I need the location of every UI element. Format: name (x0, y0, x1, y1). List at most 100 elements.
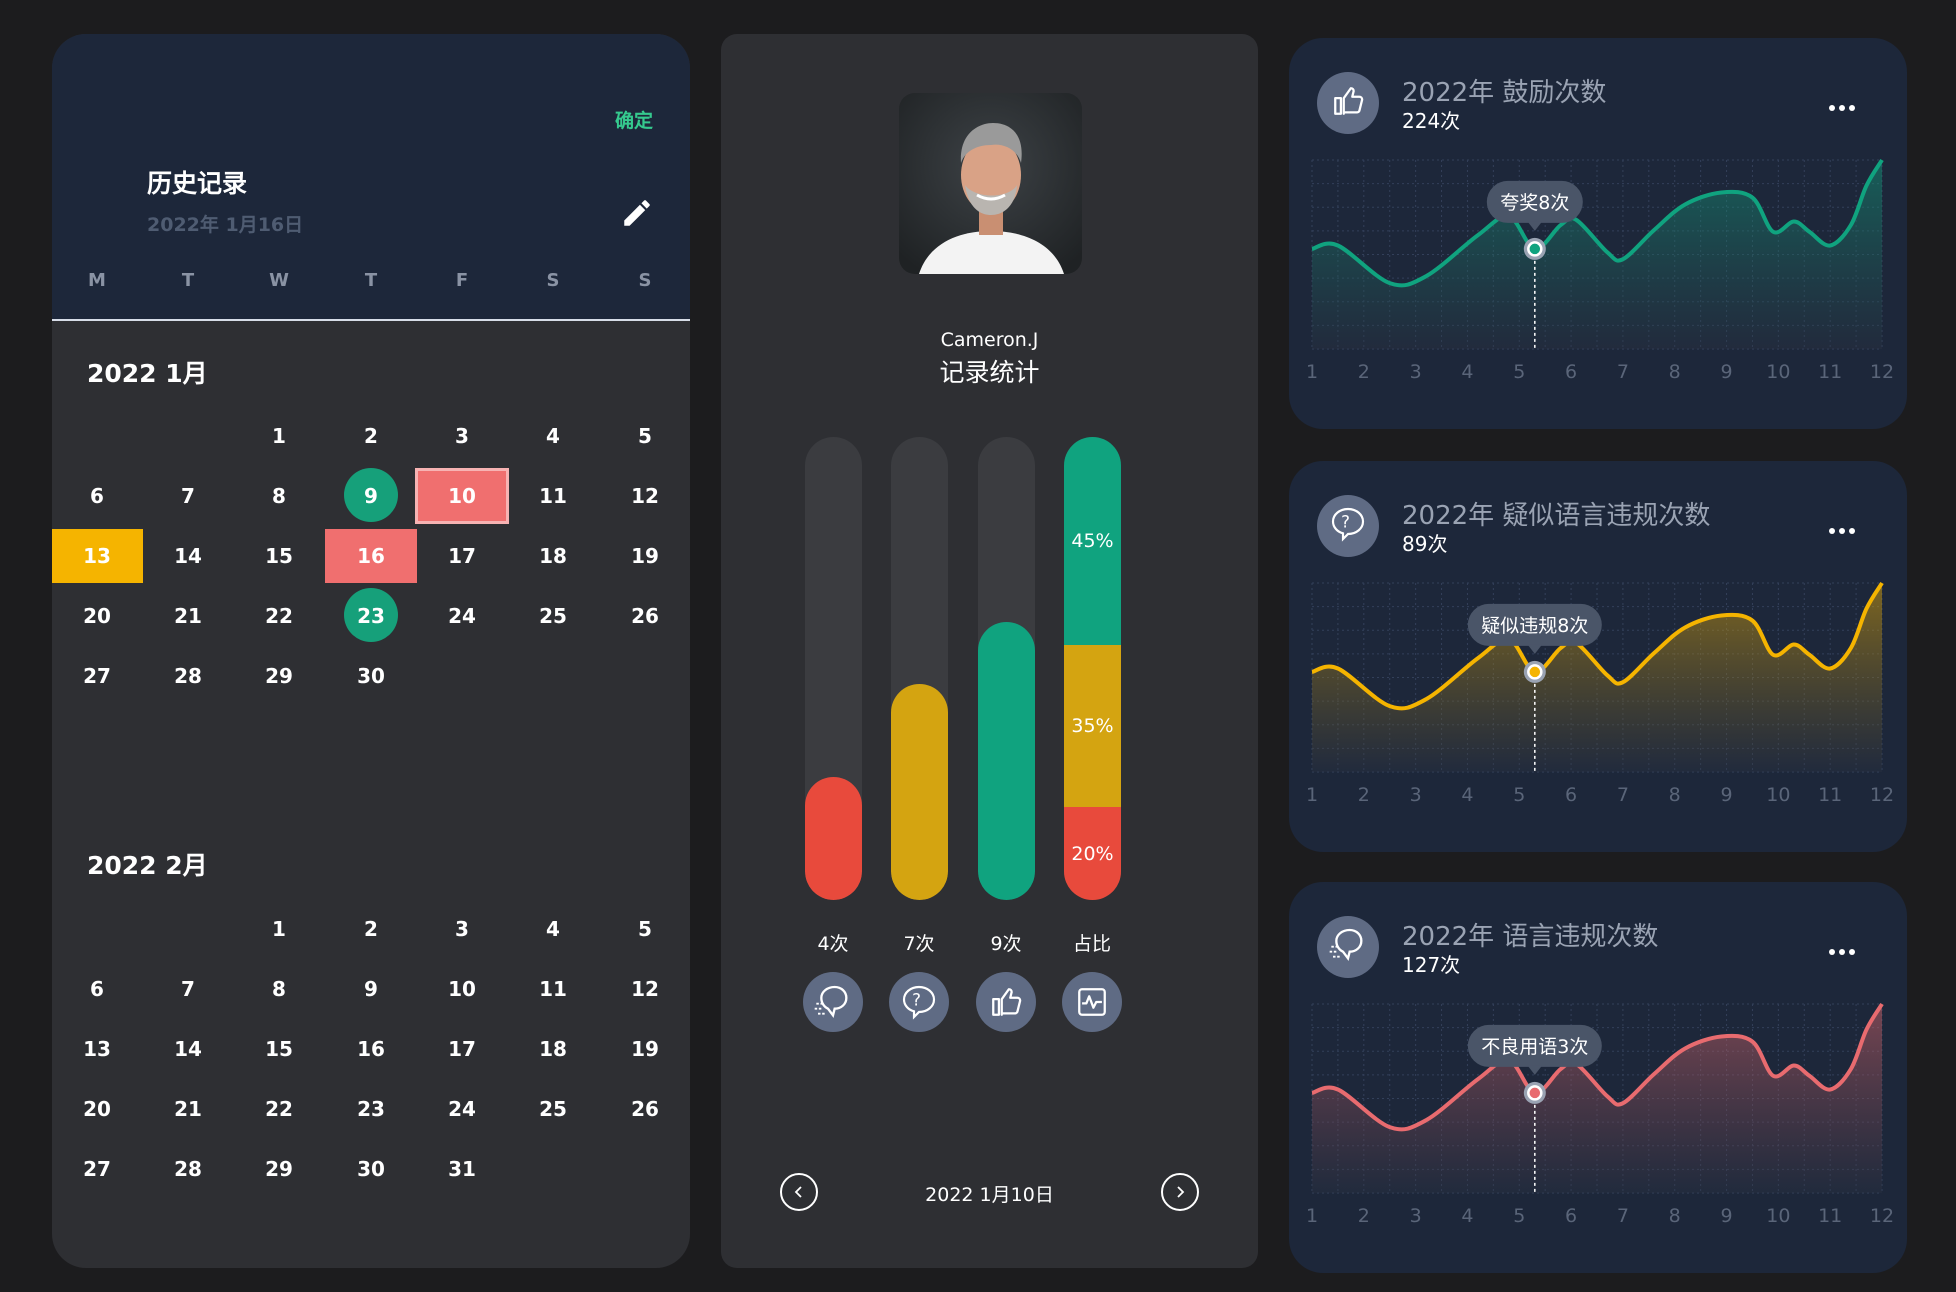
calendar-day[interactable]: 7 (142, 469, 234, 523)
weekday-tue: T (181, 270, 195, 291)
calendar-day[interactable]: 9 (325, 962, 417, 1016)
x-tick-label: 9 (1720, 361, 1732, 383)
day-number: 23 (357, 604, 385, 628)
x-tick-label: 9 (1720, 1205, 1732, 1227)
calendar-day[interactable]: 28 (142, 1142, 234, 1196)
x-tick-label: 3 (1410, 784, 1422, 806)
calendar-day[interactable]: 3 (416, 902, 508, 956)
speech-icon (1317, 916, 1379, 978)
calendar-day[interactable]: 15 (233, 1022, 325, 1076)
calendar-day[interactable]: 24 (416, 1082, 508, 1136)
calendar-day[interactable]: 27 (52, 649, 143, 703)
day-number: 11 (539, 977, 567, 1001)
calendar-day[interactable]: 8 (233, 962, 325, 1016)
pulse-icon[interactable] (1062, 972, 1122, 1032)
more-icon[interactable] (1829, 942, 1859, 962)
calendar-day[interactable]: 1 (233, 409, 325, 463)
day-number: 3 (455, 424, 469, 448)
calendar-day[interactable]: 16 (325, 1022, 417, 1076)
calendar-title: 历史记录 (147, 169, 248, 198)
calendar-day[interactable]: 5 (599, 409, 690, 463)
confirm-button[interactable]: 确定 (615, 106, 653, 133)
calendar-day[interactable]: 15 (233, 529, 325, 583)
calendar-day[interactable]: 22 (233, 1082, 325, 1136)
x-tick-label: 6 (1565, 1205, 1577, 1227)
calendar-day[interactable]: 6 (52, 469, 143, 523)
calendar-day[interactable]: 2 (325, 409, 417, 463)
weekday-sun: S (638, 270, 652, 291)
calendar-day[interactable]: 4 (507, 902, 599, 956)
calendar-day[interactable]: 19 (599, 1022, 690, 1076)
calendar-day[interactable]: 23 (325, 1082, 417, 1136)
calendar-day[interactable]: 8 (233, 469, 325, 523)
calendar-day[interactable]: 28 (142, 649, 234, 703)
stats-panel: Cameron.J 记录统计 20% 35% 45% 4次 7次? 9次 占比 2022 1… (721, 34, 1258, 1268)
calendar-day[interactable]: 6 (52, 962, 143, 1016)
calendar-day[interactable]: 3 (416, 409, 508, 463)
x-tick-label: 1 (1306, 361, 1318, 383)
calendar-day[interactable]: 27 (52, 1142, 143, 1196)
x-tick-label: 12 (1870, 361, 1894, 383)
calendar-day[interactable]: 14 (142, 529, 234, 583)
x-tick-label: 8 (1669, 361, 1681, 383)
calendar-day[interactable]: 7 (142, 962, 234, 1016)
calendar-day[interactable]: 17 (416, 1022, 508, 1076)
weekday-mon: M (88, 270, 106, 291)
calendar-day[interactable]: 10 (416, 962, 508, 1016)
calendar-day[interactable]: 25 (507, 1082, 599, 1136)
day-number: 30 (357, 1157, 385, 1181)
calendar-day[interactable]: 10 (418, 471, 506, 521)
bar-fill (978, 622, 1035, 900)
day-number: 9 (364, 484, 378, 508)
question-icon[interactable]: ? (889, 972, 949, 1032)
calendar-day[interactable]: 31 (416, 1142, 508, 1196)
calendar-day[interactable]: 13 (52, 529, 143, 583)
calendar-day[interactable]: 22 (233, 589, 325, 643)
more-icon[interactable] (1829, 521, 1859, 541)
header-divider (52, 319, 690, 321)
calendar-day[interactable]: 1 (233, 902, 325, 956)
calendar-day[interactable]: 20 (52, 1082, 143, 1136)
more-icon[interactable] (1829, 98, 1859, 118)
calendar-day[interactable]: 26 (599, 589, 690, 643)
bar-fill (891, 683, 948, 900)
calendar-day[interactable]: 11 (507, 962, 599, 1016)
calendar-day[interactable]: 14 (142, 1022, 234, 1076)
x-tick-label: 6 (1565, 361, 1577, 383)
weekday-sat: S (546, 270, 560, 291)
calendar-day[interactable]: 29 (233, 1142, 325, 1196)
calendar-day[interactable]: 12 (599, 469, 690, 523)
day-number: 3 (455, 917, 469, 941)
calendar-day[interactable]: 20 (52, 589, 143, 643)
calendar-day[interactable]: 19 (599, 529, 690, 583)
calendar-day[interactable]: 2 (325, 902, 417, 956)
calendar-day[interactable]: 9 (325, 468, 417, 523)
calendar-day[interactable]: 17 (416, 529, 508, 583)
calendar-day[interactable]: 26 (599, 1082, 690, 1136)
calendar-day[interactable]: 13 (52, 1022, 143, 1076)
calendar-day[interactable]: 24 (416, 589, 508, 643)
thumbs-up-icon[interactable] (976, 972, 1036, 1032)
calendar-day[interactable]: 5 (599, 902, 690, 956)
calendar-day[interactable]: 18 (507, 1022, 599, 1076)
day-number: 6 (90, 977, 104, 1001)
chart-card-praise: 1 2 3 4 5 6 7 8 9 10 11 12 夸奖8次 2022年 鼓励次数 224次 (1289, 38, 1907, 429)
edit-icon[interactable] (620, 196, 654, 230)
calendar-day[interactable]: 16 (325, 529, 417, 583)
speech-icon[interactable] (803, 972, 863, 1032)
calendar-day[interactable]: 4 (507, 409, 599, 463)
day-number: 21 (174, 1097, 202, 1121)
calendar-day[interactable]: 30 (325, 649, 417, 703)
calendar-day[interactable]: 29 (233, 649, 325, 703)
calendar-day[interactable]: 25 (507, 589, 599, 643)
calendar-day[interactable]: 21 (142, 1082, 234, 1136)
card-title: 2022年 语言违规次数 (1402, 922, 1659, 952)
day-number: 10 (448, 484, 476, 508)
calendar-day[interactable]: 11 (507, 469, 599, 523)
calendar-day[interactable]: 12 (599, 962, 690, 1016)
calendar-day[interactable]: 18 (507, 529, 599, 583)
calendar-day[interactable]: 30 (325, 1142, 417, 1196)
calendar-day[interactable]: 23 (325, 588, 417, 643)
calendar-day[interactable]: 21 (142, 589, 234, 643)
next-button[interactable] (1161, 1173, 1199, 1211)
